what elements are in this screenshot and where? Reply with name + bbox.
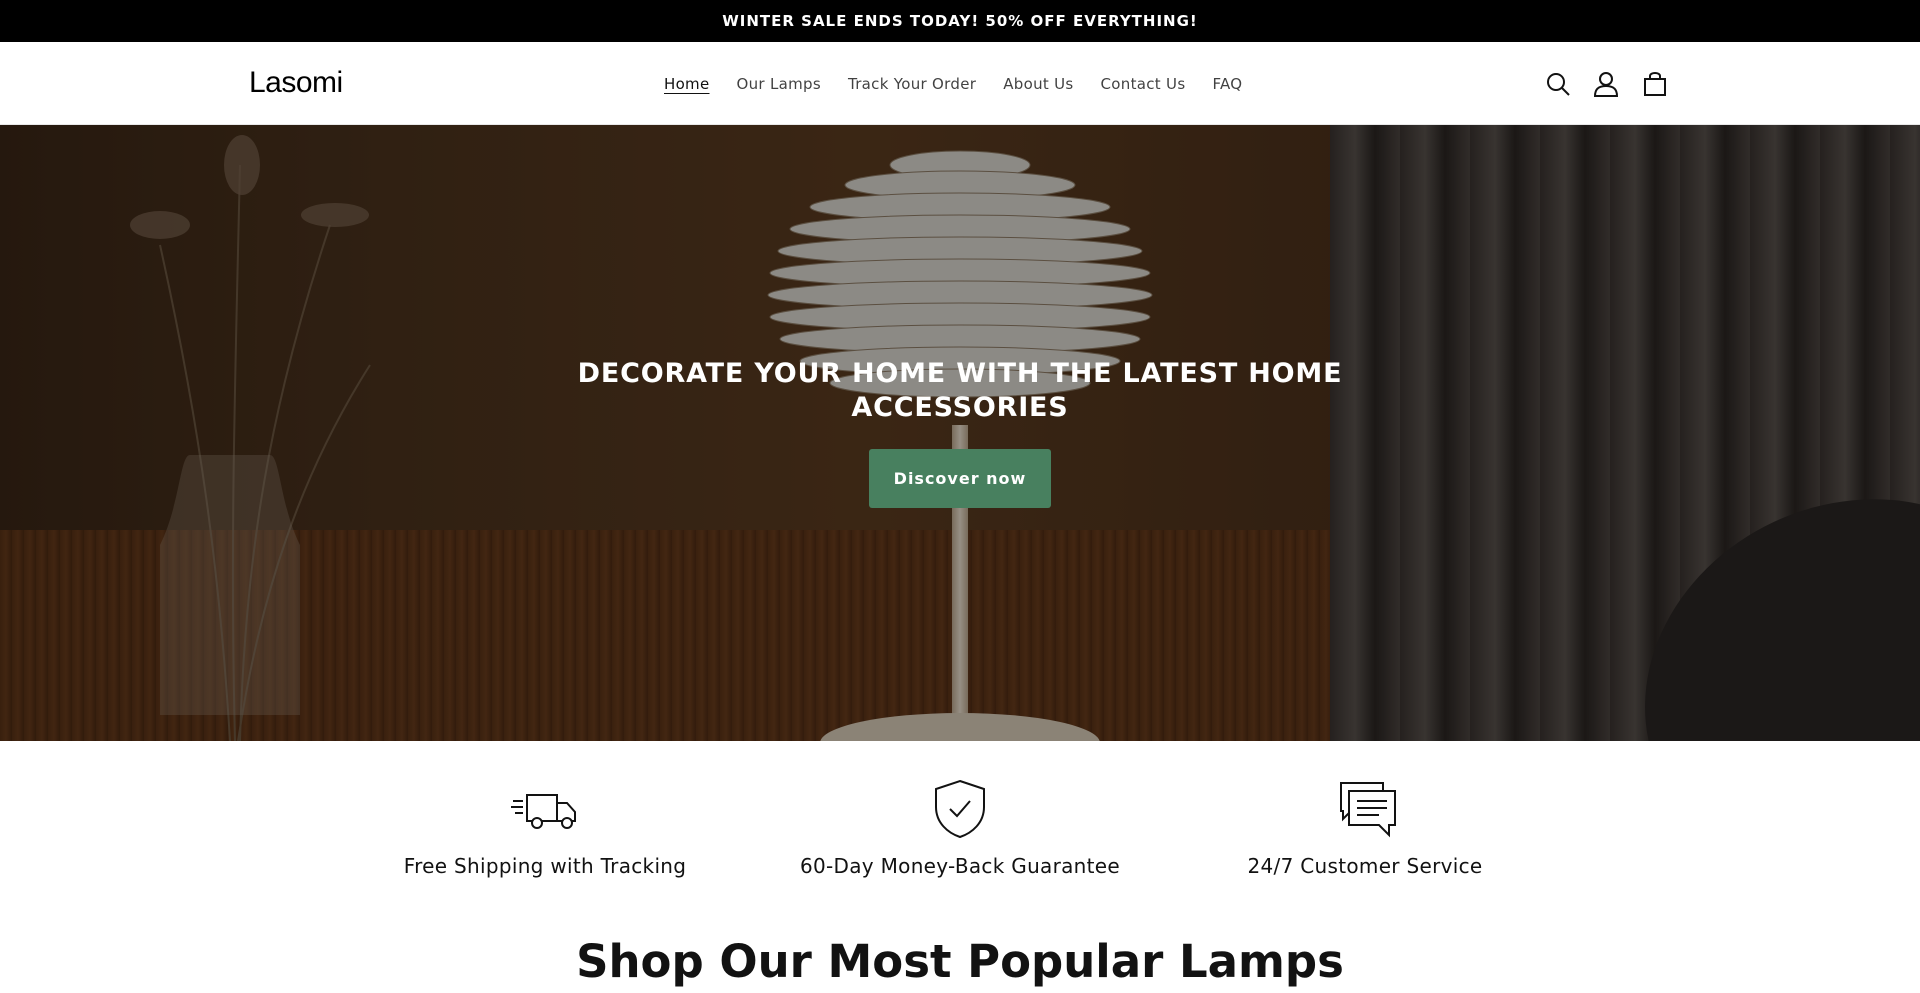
announcement-text: WINTER SALE ENDS TODAY! 50% OFF EVERYTHI… [722,12,1198,30]
nav-about-us[interactable]: About Us [1003,72,1073,96]
announcement-bar: WINTER SALE ENDS TODAY! 50% OFF EVERYTHI… [0,0,1920,42]
feature-label: Free Shipping with Tracking [403,854,687,878]
search-icon[interactable] [1544,70,1572,98]
discover-now-button[interactable]: Discover now [869,449,1051,508]
chat-bubbles-icon [1329,779,1401,839]
nav-our-lamps[interactable]: Our Lamps [737,72,821,96]
nav-track-order[interactable]: Track Your Order [848,72,976,96]
site-header: Lasomi Home Our Lamps Track Your Order A… [0,42,1920,125]
nav-contact-us[interactable]: Contact Us [1101,72,1186,96]
feature-shipping: Free Shipping with Tracking [365,741,725,891]
main-nav: Home Our Lamps Track Your Order About Us… [664,72,1269,96]
hero-banner: DECORATE YOUR HOME WITH THE LATEST HOME … [0,125,1920,741]
cart-icon[interactable] [1641,70,1669,98]
hero-overlay [0,125,1920,741]
feature-guarantee: 60-Day Money-Back Guarantee [780,741,1140,891]
logo[interactable]: Lasomi [249,64,343,102]
account-icon[interactable] [1592,70,1620,98]
popular-lamps-heading: Shop Our Most Popular Lamps [576,935,1344,988]
feature-label: 60-Day Money-Back Guarantee [799,854,1121,878]
feature-label: 24/7 Customer Service [1247,854,1483,878]
features-row: Free Shipping with Tracking 60-Day Money… [0,741,1920,891]
nav-home[interactable]: Home [664,72,710,96]
nav-faq[interactable]: FAQ [1212,72,1242,96]
hero-title: DECORATE YOUR HOME WITH THE LATEST HOME … [577,358,1343,423]
shield-check-icon [924,779,996,839]
truck-icon [509,779,581,839]
feature-customer-service: 24/7 Customer Service [1185,741,1545,891]
